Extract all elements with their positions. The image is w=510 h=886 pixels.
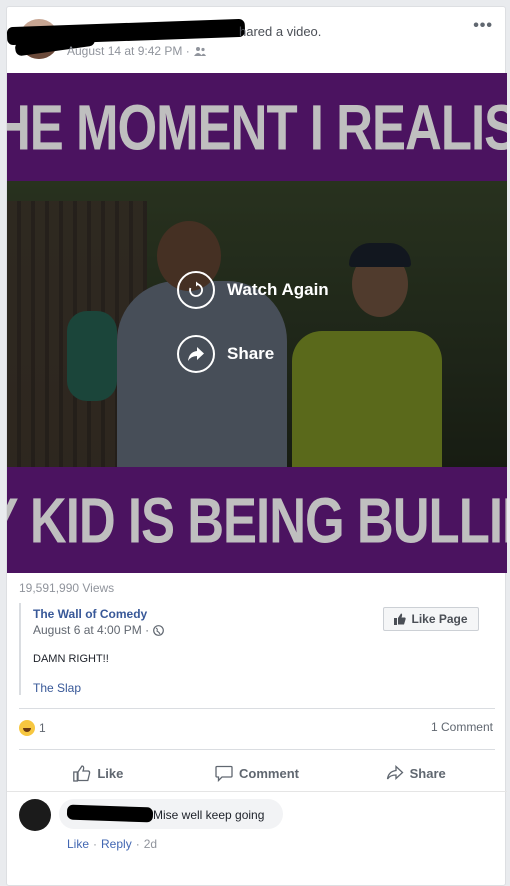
thumbs-up-outline-icon [73,764,91,782]
caption-top: THE MOMENT I REALISE [7,91,507,163]
comment-reply-link[interactable]: Reply [101,837,132,851]
video-player[interactable]: THE MOMENT I REALISE MY KID IS BEING BUL… [7,73,507,573]
timestamp-text[interactable]: August 14 at 9:42 PM · [67,44,190,58]
haha-emoji-icon [19,720,35,736]
shared-post: The Wall of Comedy August 6 at 4:00 PM ·… [19,603,495,695]
more-options-icon[interactable]: ••• [473,17,493,35]
comment-bubble: Mise well keep going [59,799,283,829]
caption-top-band: THE MOMENT I REALISE [7,73,507,181]
caption-bottom: MY KID IS BEING BULLIED [7,484,507,556]
divider [19,708,495,709]
post-card: hared a video. August 14 at 9:42 PM · ••… [6,6,507,886]
divider [7,791,507,792]
comment-text: Mise well keep going [153,808,265,822]
video-share-label: Share [227,344,275,363]
comment-age[interactable]: 2d [144,837,157,851]
comment-like-link[interactable]: Like [67,837,89,851]
video-share-button[interactable]: Share [177,335,274,373]
friends-icon [193,47,206,56]
comment-button[interactable]: Comment [178,757,337,789]
view-count: 19,591,990 Views [19,581,115,595]
video-frame [7,181,507,467]
like-button[interactable]: Like [19,757,178,789]
like-page-button[interactable]: Like Page [383,607,479,631]
reaction-summary[interactable]: 1 [19,720,46,736]
comment-count-link[interactable]: 1 Comment [431,720,493,734]
like-page-label: Like Page [411,612,468,626]
separator: · [135,837,140,851]
commenter-avatar[interactable] [19,799,51,831]
separator: · [93,837,98,851]
shared-date-text[interactable]: August 6 at 4:00 PM · [33,623,149,637]
reaction-count: 1 [39,721,46,735]
tag-link[interactable]: The Slap [33,681,81,695]
post-timestamp[interactable]: August 14 at 9:42 PM · [67,44,206,58]
page-name-link[interactable]: The Wall of Comedy [33,607,147,621]
post-header: hared a video. [239,24,321,39]
comment-label: Comment [239,765,299,781]
comment-meta: Like · Reply · 2d [67,837,157,851]
share-label: Share [409,765,446,781]
watch-again-label: Watch Again [227,280,329,299]
shared-post-text: DAMN RIGHT!! [33,653,109,665]
post-actions-bar: Like Comment Share [19,757,495,789]
watch-again-button[interactable]: Watch Again [177,271,329,309]
thumbs-up-icon [394,613,407,625]
divider [19,749,495,750]
like-label: Like [97,765,124,781]
post-action-text: hared a video. [239,24,322,39]
share-button[interactable]: Share [336,757,495,789]
comment-bubble-icon [215,765,233,782]
redaction-bar [66,804,154,823]
globe-icon [153,624,164,636]
share-icon [386,765,404,780]
shared-post-date[interactable]: August 6 at 4:00 PM · [33,623,164,637]
replay-icon [177,271,215,309]
caption-bottom-band: MY KID IS BEING BULLIED [7,467,507,573]
video-dim-overlay [7,181,507,467]
share-arrow-icon [177,335,215,373]
